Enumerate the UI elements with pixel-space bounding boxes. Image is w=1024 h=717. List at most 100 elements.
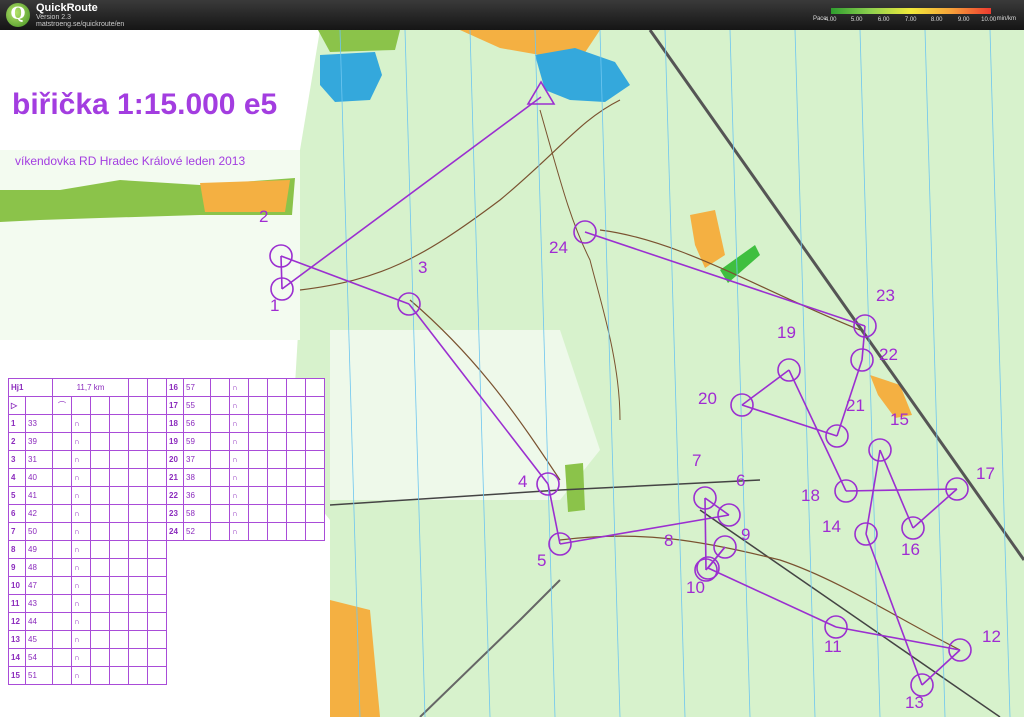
description-cell xyxy=(90,540,110,559)
description-row: 2 39 ∩ xyxy=(8,432,167,451)
course-length: 11,7 km xyxy=(52,378,129,397)
description-cell xyxy=(248,378,268,397)
control-code: 39 xyxy=(25,432,53,451)
control-seq: 12 xyxy=(8,612,26,631)
control-code: 51 xyxy=(25,666,53,685)
feature-symbol-icon: ∩ xyxy=(229,450,249,469)
description-cell xyxy=(210,414,230,433)
feature-symbol-icon: ∩ xyxy=(71,486,91,505)
description-cell xyxy=(147,486,167,505)
description-cell xyxy=(109,594,129,613)
control-seq: 7 xyxy=(8,522,26,541)
feature-symbol-icon: ∩ xyxy=(71,450,91,469)
description-cell xyxy=(210,432,230,451)
control-number: 21 xyxy=(846,396,865,415)
description-cell xyxy=(210,504,230,523)
control-number: 20 xyxy=(698,389,717,408)
description-cell xyxy=(248,504,268,523)
description-cell xyxy=(90,612,110,631)
description-cell xyxy=(128,486,148,505)
control-code: 48 xyxy=(25,558,53,577)
description-row: 22 36 ∩ xyxy=(166,486,325,505)
control-code: 58 xyxy=(183,504,211,523)
control-number: 12 xyxy=(982,627,1001,646)
description-cell xyxy=(109,486,129,505)
description-row: 7 50 ∩ xyxy=(8,522,167,541)
yellow-field xyxy=(200,180,290,212)
description-cell xyxy=(109,450,129,469)
control-seq: 3 xyxy=(8,450,26,469)
description-cell xyxy=(147,414,167,433)
control-seq: 8 xyxy=(8,540,26,559)
description-cell xyxy=(52,468,72,487)
description-cell xyxy=(52,558,72,577)
control-seq: 21 xyxy=(166,468,184,487)
description-cell xyxy=(305,396,325,415)
description-cell xyxy=(248,396,268,415)
description-cell xyxy=(128,594,148,613)
control-number: 4 xyxy=(518,472,528,491)
description-cell xyxy=(109,558,129,577)
control-seq: 1 xyxy=(8,414,26,433)
description-cell xyxy=(52,612,72,631)
description-row: 15 51 ∩ xyxy=(8,666,167,685)
description-cell xyxy=(210,468,230,487)
description-cell xyxy=(128,612,148,631)
pace-color-scale: 4.00 5.00 6.00 7.00 8.00 9.00 10.00 xyxy=(825,6,996,24)
description-row: 10 47 ∩ xyxy=(8,576,167,595)
control-number: 1 xyxy=(270,296,280,315)
description-cell xyxy=(109,666,129,685)
feature-symbol-icon: ∩ xyxy=(71,540,91,559)
feature-symbol-icon: ∩ xyxy=(229,432,249,451)
description-row: 24 52 ∩ xyxy=(166,522,325,541)
app-url[interactable]: matstroeng.se/quickroute/en xyxy=(36,21,124,28)
app-name: QuickRoute xyxy=(36,2,98,14)
pace-tick: 5.00 xyxy=(850,17,863,23)
description-cell xyxy=(210,486,230,505)
description-cell xyxy=(147,666,167,685)
feature-symbol-icon: ∩ xyxy=(71,468,91,487)
description-cell xyxy=(128,414,148,433)
description-row: 3 31 ∩ xyxy=(8,450,167,469)
pace-tick: 7.00 xyxy=(904,17,917,23)
description-cell xyxy=(128,504,148,523)
control-code: 43 xyxy=(25,594,53,613)
feature-symbol-icon: ∩ xyxy=(229,522,249,541)
orienteering-map[interactable]: biřička 1:15.000 e5 víkendovka RD Hradec… xyxy=(0,30,1024,717)
description-cell xyxy=(90,432,110,451)
feature-symbol-icon: ∩ xyxy=(71,558,91,577)
description-cell xyxy=(267,522,287,541)
control-code: 56 xyxy=(183,414,211,433)
feature-symbol-icon: ∩ xyxy=(71,648,91,667)
pace-gradient-bar xyxy=(830,8,991,14)
description-cell xyxy=(286,450,306,469)
description-cell xyxy=(305,468,325,487)
title-bar: Q QuickRoute Version 2.3 matstroeng.se/q… xyxy=(0,0,1024,30)
feature-symbol-icon: ∩ xyxy=(71,612,91,631)
description-cell xyxy=(286,504,306,523)
description-cell xyxy=(90,414,110,433)
pace-legend-unit: min/km xyxy=(996,16,1016,22)
description-cell xyxy=(305,486,325,505)
control-seq: 19 xyxy=(166,432,184,451)
description-cell xyxy=(210,396,230,415)
description-cell xyxy=(147,450,167,469)
description-row: 21 38 ∩ xyxy=(166,468,325,487)
description-cell xyxy=(248,486,268,505)
description-cell xyxy=(147,540,167,559)
description-cell xyxy=(267,414,287,433)
description-cell xyxy=(267,432,287,451)
description-cell xyxy=(210,378,230,397)
description-row: 23 58 ∩ xyxy=(166,504,325,523)
feature-symbol-icon: ∩ xyxy=(71,594,91,613)
feature-symbol-icon: ∩ xyxy=(229,396,249,415)
control-seq: 5 xyxy=(8,486,26,505)
description-cell xyxy=(147,648,167,667)
control-number: 5 xyxy=(537,551,547,570)
description-row: 1 33 ∩ xyxy=(8,414,167,433)
description-cell xyxy=(128,630,148,649)
description-row: 18 56 ∩ xyxy=(166,414,325,433)
control-code: 49 xyxy=(25,540,53,559)
control-number: 7 xyxy=(692,451,702,470)
control-code: 47 xyxy=(25,576,53,595)
